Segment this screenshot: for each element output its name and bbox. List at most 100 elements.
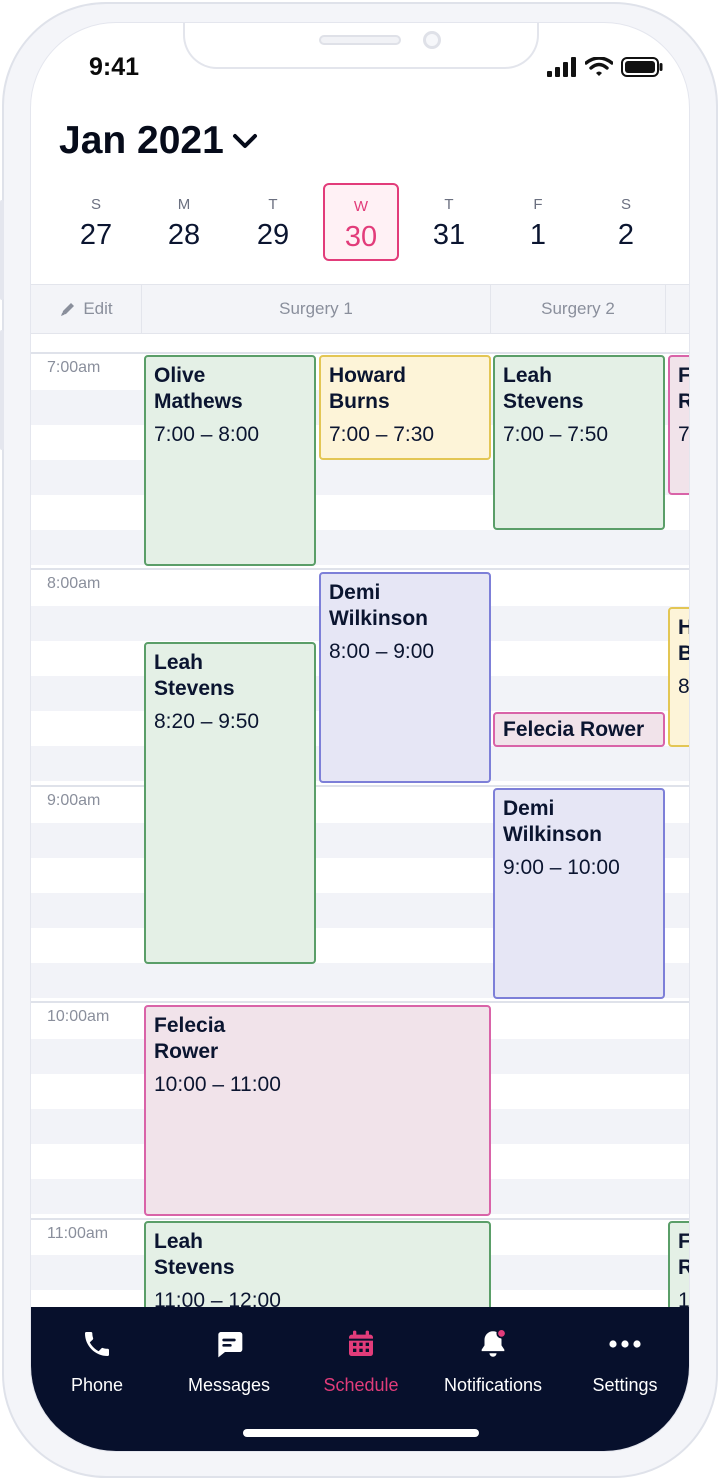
tab-phone[interactable]: Phone xyxy=(31,1325,163,1405)
day-date: 29 xyxy=(256,219,290,251)
grid-stripe xyxy=(31,530,689,565)
appointment-card[interactable]: Demi Wilkinson 9:00 – 10:00 xyxy=(493,788,665,999)
patient-name: Wilkinson xyxy=(329,607,428,630)
pencil-icon xyxy=(61,303,75,316)
tab-label: Phone xyxy=(70,1375,124,1395)
day-mon[interactable]: M 28 xyxy=(146,183,222,261)
appointment-time: 8:20 – 9:50 xyxy=(154,710,260,733)
week-strip: S 27 M 28 T 29 W 30 T 31 F 1 S 2 xyxy=(31,183,689,263)
appointment-time: 8:00 – 9:00 xyxy=(329,640,435,663)
appointment-card[interactable]: Leah Stevens 7:00 – 7:50 xyxy=(493,355,665,530)
day-sat[interactable]: S 2 xyxy=(588,183,664,261)
side-button xyxy=(0,200,4,300)
day-tue[interactable]: T 29 xyxy=(235,183,311,261)
patient-name: Leah xyxy=(154,1230,204,1253)
bell-icon xyxy=(481,1328,507,1357)
day-of-week: F xyxy=(533,196,543,213)
patient-name: Leah xyxy=(503,364,553,387)
day-date: 2 xyxy=(617,219,635,251)
patient-name: F xyxy=(678,1230,690,1253)
appointment-card[interactable]: Felecia Rower xyxy=(493,712,665,747)
patient-name: Leah xyxy=(154,651,204,674)
day-date: 27 xyxy=(79,219,113,251)
patient-name: H xyxy=(678,615,689,641)
speaker xyxy=(319,35,401,45)
patient-name: Wilkinson xyxy=(503,823,602,846)
day-date: 31 xyxy=(432,219,466,251)
patient-name: Felecia xyxy=(154,1014,226,1037)
appointment-card[interactable]: Felecia Rower 10:00 – 11:00 xyxy=(144,1005,491,1216)
day-of-week: S xyxy=(90,196,101,213)
time-label: 10:00am xyxy=(47,1008,110,1025)
patient-name: Felecia Rower xyxy=(503,718,645,741)
patient-name: F xyxy=(678,364,690,387)
wifi-icon xyxy=(585,57,613,76)
column-header: Edit Surgery 1 Surgery 2 xyxy=(31,284,689,334)
phone-screen: 9:41 Jan 2021 S 27 M 28 T 29 W 30 T 31 F… xyxy=(30,22,690,1452)
day-of-week: T xyxy=(268,196,278,213)
patient-name: R xyxy=(678,1255,689,1281)
notch xyxy=(183,23,539,69)
day-of-week: T xyxy=(444,196,454,213)
time-label: 8:00am xyxy=(47,575,101,592)
more-icon xyxy=(609,1340,641,1348)
side-button xyxy=(0,330,4,450)
time-label: 7:00am xyxy=(47,359,101,376)
day-date: 1 xyxy=(529,219,547,251)
day-sun[interactable]: S 27 xyxy=(58,183,134,261)
day-fri[interactable]: F 1 xyxy=(500,183,576,261)
month-title: Jan 2021 xyxy=(59,119,224,162)
patient-name: Rower xyxy=(154,1040,219,1063)
hour-line xyxy=(31,568,689,570)
tab-schedule[interactable]: Schedule xyxy=(295,1325,427,1405)
tab-settings[interactable]: Settings xyxy=(559,1325,689,1405)
appointment-time: 7:00 – 8:00 xyxy=(154,423,260,446)
appointment-card-partial[interactable]: F R 7: xyxy=(668,355,690,495)
day-date: 28 xyxy=(167,219,201,251)
patient-name: Stevens xyxy=(503,390,584,413)
patient-name: R xyxy=(678,389,689,415)
day-thu[interactable]: T 31 xyxy=(411,183,487,261)
status-time: 9:41 xyxy=(89,53,140,81)
patient-name: Olive xyxy=(154,364,206,387)
patient-name: Mathews xyxy=(154,390,243,413)
hour-line xyxy=(31,1218,689,1220)
hour-line xyxy=(31,1001,689,1003)
time-label: 11:00am xyxy=(47,1225,109,1242)
appointment-time: 7:00 – 7:50 xyxy=(503,423,609,446)
appointment-time: 10:00 – 11:00 xyxy=(154,1073,281,1096)
edit-label: Edit xyxy=(83,299,113,318)
appointment-card[interactable]: Demi Wilkinson 8:00 – 9:00 xyxy=(319,572,491,783)
chevron-down-icon xyxy=(232,134,257,148)
appointment-card[interactable]: Howard Burns 7:00 – 7:30 xyxy=(319,355,491,460)
appointment-card-partial[interactable]: H B 8 xyxy=(668,607,690,747)
patient-name: Demi xyxy=(329,581,381,604)
column-surgery-2: Surgery 2 xyxy=(491,285,666,333)
day-of-week: S xyxy=(620,196,631,213)
battery-icon xyxy=(621,57,663,77)
patient-name: Burns xyxy=(329,390,390,413)
tab-messages[interactable]: Messages xyxy=(163,1325,295,1405)
appointment-card[interactable]: Leah Stevens 8:20 – 9:50 xyxy=(144,642,316,964)
patient-name: Demi xyxy=(503,797,555,820)
home-indicator[interactable] xyxy=(243,1429,479,1437)
appointment-time: 7: xyxy=(678,423,690,446)
patient-name: B xyxy=(678,641,689,667)
tab-label: Messages xyxy=(187,1375,271,1395)
edit-button[interactable]: Edit xyxy=(31,285,142,333)
tab-notifications[interactable]: Notifications xyxy=(427,1325,559,1405)
tab-label: Notifications xyxy=(443,1375,543,1395)
schedule-grid[interactable]: 7:00am 8:00am 9:00am 10:00am 11:00am Oli… xyxy=(31,334,690,1334)
appointment-time: 8 xyxy=(678,675,690,698)
time-label: 9:00am xyxy=(47,792,101,809)
month-selector[interactable]: Jan 2021 xyxy=(59,119,258,163)
message-icon xyxy=(218,1332,243,1358)
patient-name: Stevens xyxy=(154,1256,235,1279)
day-of-week: W xyxy=(353,198,369,215)
appointment-time: 7:00 – 7:30 xyxy=(329,423,435,446)
calendar-icon xyxy=(349,1330,373,1356)
day-wed-selected[interactable]: W 30 xyxy=(323,183,399,261)
appointment-card[interactable]: Olive Mathews 7:00 – 8:00 xyxy=(144,355,316,566)
status-icons xyxy=(547,57,663,77)
camera xyxy=(423,31,441,49)
